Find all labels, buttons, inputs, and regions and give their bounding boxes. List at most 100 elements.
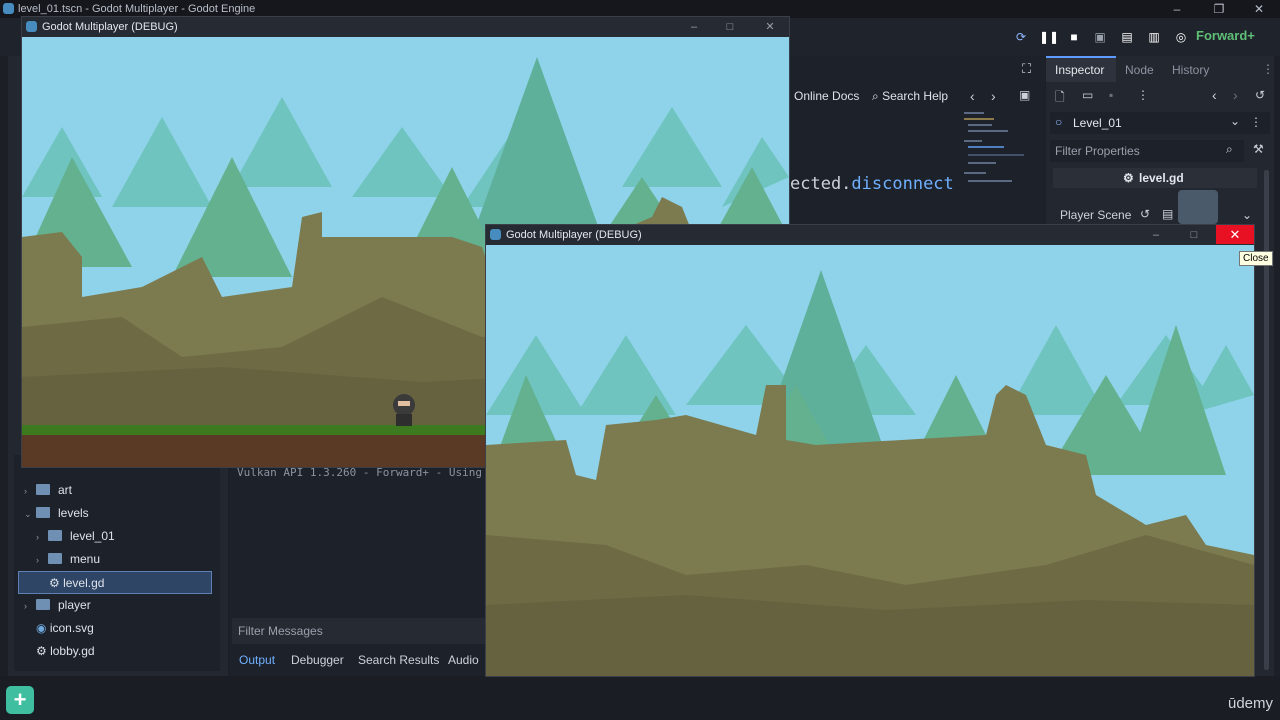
tab-audio[interactable]: Audio (448, 653, 479, 667)
filesystem-item[interactable]: › level_01 (18, 525, 212, 548)
godot-icon (3, 3, 14, 14)
open-folder-icon[interactable]: ▭ (1082, 88, 1093, 102)
search-help-button[interactable]: ⌕ Search Help (872, 89, 948, 104)
close-tooltip: Close (1239, 251, 1273, 266)
chevron-down-icon[interactable]: ⌄ (1242, 208, 1252, 222)
tab-output[interactable]: Output (239, 653, 275, 667)
restore-icon[interactable]: ❐ (1204, 0, 1234, 18)
chevron-icon[interactable]: › (24, 480, 36, 503)
tab-inspector[interactable]: Inspector (1055, 63, 1104, 77)
filter-properties-placeholder: Filter Properties (1055, 144, 1140, 158)
filesystem-item-label: icon.svg (49, 621, 94, 635)
script-name: level.gd (1139, 171, 1184, 185)
node-name: Level_01 (1073, 116, 1122, 130)
play-custom-icon[interactable]: ▥ (1146, 29, 1162, 45)
filter-messages-placeholder: Filter Messages (238, 624, 323, 638)
more-icon[interactable]: ⋮ (1137, 88, 1149, 102)
filesystem-item-label: player (58, 598, 91, 612)
movie-maker-icon[interactable]: ◎ (1173, 29, 1189, 45)
filesystem-item-label: levels (58, 506, 89, 520)
status-bar (0, 676, 1280, 720)
chevron-left-icon[interactable]: ‹ (970, 88, 975, 104)
godot-icon (490, 229, 501, 240)
game-viewport[interactable] (486, 245, 1254, 676)
close-icon[interactable]: ✕ (756, 19, 784, 35)
online-docs-button[interactable]: Online Docs (794, 89, 859, 103)
scene-icon: ▤ (1162, 207, 1174, 221)
filter-properties-input[interactable]: Filter Properties ⌕ (1050, 140, 1244, 162)
filesystem-item[interactable]: ⚙ lobby.gd (18, 640, 212, 663)
player-character (393, 394, 415, 426)
fullscreen-icon[interactable]: ⛶ (1022, 61, 1031, 77)
chevron-right-icon[interactable]: › (991, 88, 996, 104)
close-button[interactable]: ✕ (1216, 225, 1254, 244)
game-scene (486, 245, 1254, 676)
chevron-icon[interactable]: › (36, 526, 48, 549)
filesystem-item-label: art (58, 483, 73, 497)
inspector-scrollbar[interactable] (1264, 170, 1269, 670)
play-scene-icon[interactable]: ▤ (1119, 29, 1135, 45)
node-icon: ○ (1055, 115, 1063, 129)
filesystem-item-label: level.gd (63, 576, 105, 590)
search-help-label: Search Help (882, 89, 949, 103)
new-resource-icon[interactable]: 🗋 (1055, 88, 1065, 109)
game-window-title: Godot Multiplayer (DEBUG) (506, 229, 642, 241)
code-minimap[interactable] (962, 110, 1032, 200)
player-scene-preview[interactable] (1178, 190, 1218, 224)
save-icon[interactable]: ▪ (1109, 88, 1113, 102)
game-window-title-bar[interactable]: Godot Multiplayer (DEBUG) – □ (486, 225, 1254, 245)
history-back-icon[interactable]: ‹ (1212, 87, 1217, 103)
add-icon[interactable]: + (6, 686, 34, 714)
minimize-icon[interactable]: – (1162, 0, 1192, 18)
code-method: disconnect (851, 174, 954, 194)
maximize-icon[interactable]: □ (716, 19, 744, 35)
history-icon[interactable]: ↺ (1255, 88, 1265, 102)
chevron-icon[interactable]: › (24, 595, 36, 618)
search-icon: ⌕ (872, 89, 883, 103)
filesystem-item[interactable]: › menu (18, 548, 212, 571)
node-selector[interactable]: ○ Level_01 ⌄ (1050, 112, 1270, 134)
svg-file-icon: ◉ (36, 621, 50, 635)
folder-icon (36, 484, 50, 495)
minimize-icon[interactable]: – (680, 19, 708, 35)
tab-search-results[interactable]: Search Results (358, 653, 439, 667)
tab-history[interactable]: History (1172, 63, 1209, 77)
renderer-select[interactable]: Forward+ (1196, 28, 1255, 43)
filesystem-item[interactable]: › art (18, 479, 212, 502)
game-window-title: Godot Multiplayer (DEBUG) (42, 21, 178, 33)
gear-icon: ⚙ (1123, 171, 1134, 185)
filesystem-item[interactable]: ⚙ level.gd (18, 571, 212, 594)
object-menu-icon[interactable]: ⋮ (1250, 115, 1262, 129)
chevron-icon[interactable]: ⌄ (24, 503, 36, 526)
history-forward-icon[interactable]: › (1233, 87, 1238, 103)
remote-debug-icon[interactable]: ▣ (1092, 29, 1108, 45)
revert-icon[interactable]: ↺ (1140, 207, 1150, 221)
filesystem-item[interactable]: ◉ icon.svg (18, 617, 212, 640)
filesystem-item[interactable]: › player (18, 594, 212, 617)
reload-icon[interactable]: ⟳ (1013, 29, 1029, 45)
code-line[interactable]: ected.disconnect (790, 174, 954, 194)
watermark: ūdemy (1228, 695, 1274, 712)
toggle-panel-icon[interactable]: ▣ (1019, 88, 1030, 102)
tab-debugger[interactable]: Debugger (291, 653, 344, 667)
filesystem-item-label: menu (70, 552, 101, 566)
property-label: Player Scene (1060, 208, 1132, 222)
tab-node[interactable]: Node (1125, 63, 1154, 77)
menu-dots-icon[interactable]: ⋮ (1262, 62, 1274, 76)
stop-icon[interactable]: ■ (1066, 29, 1082, 45)
minimize-icon[interactable]: – (1142, 227, 1170, 243)
maximize-icon[interactable]: □ (1180, 227, 1208, 243)
game-window-2[interactable]: Godot Multiplayer (DEBUG) – □ (485, 224, 1255, 677)
chevron-icon[interactable]: › (36, 549, 48, 572)
filesystem-item[interactable]: ⌄ levels (18, 502, 212, 525)
godot-icon (26, 21, 37, 32)
search-icon: ⌕ (1226, 142, 1233, 156)
filesystem-tree: › art ⌄ levels › level_01 › menu ⚙ level.gd › play… (14, 455, 220, 671)
pause-icon[interactable]: ❚❚ (1039, 29, 1059, 45)
game-window-title-bar[interactable]: Godot Multiplayer (DEBUG) – □ ✕ (22, 17, 789, 37)
tools-icon[interactable]: ⚒ (1253, 142, 1264, 156)
close-icon[interactable]: ✕ (1244, 0, 1274, 18)
filesystem-item-label: lobby.gd (50, 644, 95, 658)
filter-messages-input[interactable]: Filter Messages (232, 618, 486, 644)
script-header[interactable]: ⚙ level.gd (1053, 168, 1257, 188)
